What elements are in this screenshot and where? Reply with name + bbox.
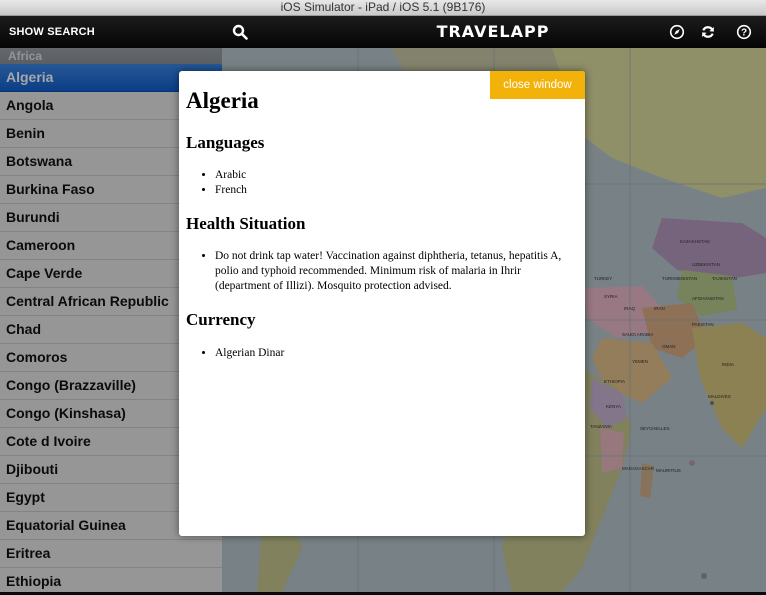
app-title: TRAVELAPP <box>436 22 550 41</box>
currency-item: Algerian Dinar <box>215 346 284 361</box>
health-heading: Health Situation <box>186 214 306 233</box>
language-item: French <box>215 183 247 198</box>
health-list: Do not drink tap water! Vaccination agai… <box>199 249 565 294</box>
window-title-bar: iOS Simulator - iPad / iOS 5.1 (9B176) <box>0 0 766 16</box>
show-search-button[interactable]: SHOW SEARCH <box>9 26 95 38</box>
languages-list: Arabic French <box>199 168 247 198</box>
country-title: Algeria <box>186 88 259 113</box>
top-nav-bar: SHOW SEARCH TRAVELAPP ? <box>0 16 766 48</box>
close-window-button[interactable]: close window <box>490 71 585 99</box>
help-icon[interactable]: ? <box>736 24 752 40</box>
currency-list: Algerian Dinar <box>199 346 284 361</box>
country-detail-modal: close window Algeria Languages Arabic Fr… <box>179 71 585 536</box>
search-icon[interactable] <box>232 24 248 40</box>
health-item: Do not drink tap water! Vaccination agai… <box>215 249 565 294</box>
compass-icon[interactable] <box>669 24 685 40</box>
currency-heading: Currency <box>186 310 256 329</box>
languages-heading: Languages <box>186 133 265 152</box>
refresh-icon[interactable] <box>700 24 716 40</box>
svg-text:?: ? <box>741 28 747 39</box>
language-item: Arabic <box>215 168 247 183</box>
window-title: iOS Simulator - iPad / iOS 5.1 (9B176) <box>280 0 486 14</box>
